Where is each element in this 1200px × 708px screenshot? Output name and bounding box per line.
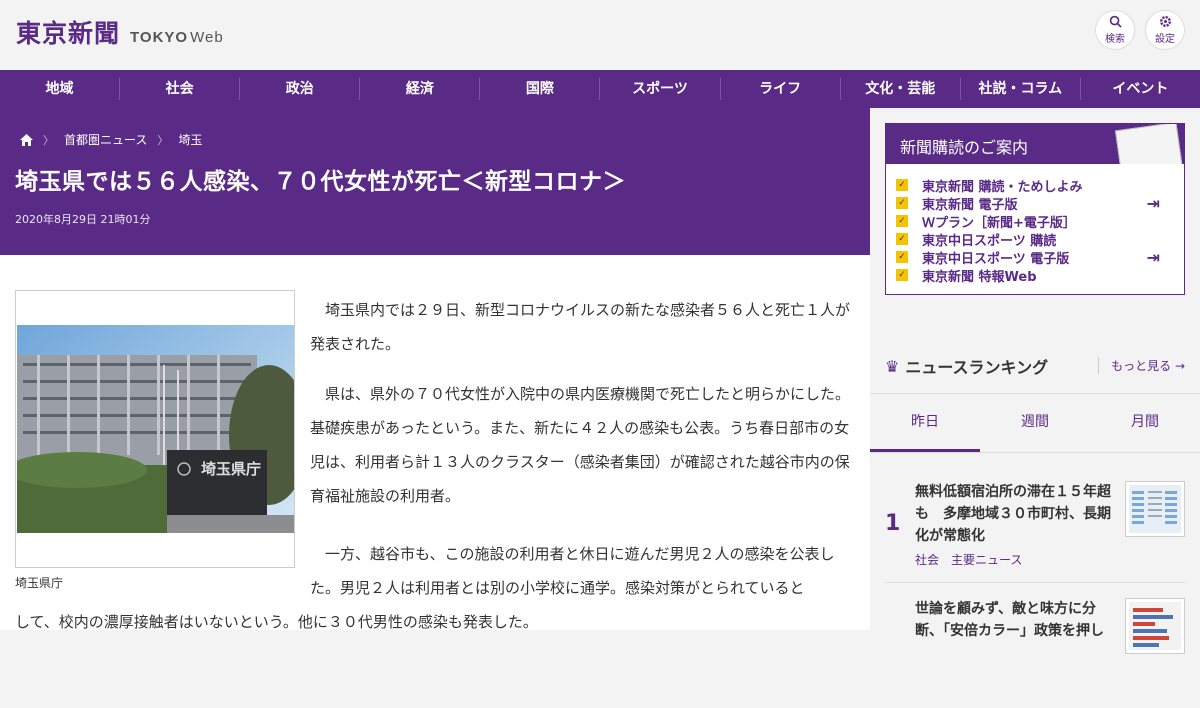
- article-text: 埼玉県内では２９日、新型コロナウイルスの新たな感染者５６人と死亡１人が発表された…: [310, 293, 856, 529]
- search-button[interactable]: 検索: [1095, 10, 1135, 50]
- nav-item-culture[interactable]: 文化・芸能: [839, 78, 960, 100]
- nav-item-society[interactable]: 社会: [119, 78, 239, 100]
- checkbox-icon: ✓: [896, 197, 908, 209]
- site-header: 東京新聞 TOKYO Web 検索 設定: [0, 0, 1200, 70]
- tab-yesterday[interactable]: 昨日: [870, 394, 980, 452]
- login-icon[interactable]: ⇥: [1147, 248, 1160, 267]
- sign-text: 埼玉県庁: [201, 460, 261, 478]
- article-photo-frame[interactable]: 埼玉県庁: [15, 290, 295, 568]
- photo-caption: 埼玉県庁: [15, 576, 64, 590]
- article-title: 埼玉県では５６人感染、７０代女性が死亡＜新型コロナ＞: [15, 169, 626, 195]
- nav-item-editorial[interactable]: 社説・コラム: [959, 78, 1080, 100]
- gear-icon: [1159, 16, 1171, 27]
- crown-icon: ♛: [885, 356, 900, 376]
- tag-link[interactable]: 社会: [915, 553, 939, 567]
- main-nav: 地域 社会 政治 経済 国際 スポーツ ライフ 文化・芸能 社説・コラム イベン…: [0, 70, 1200, 108]
- ranking-tags: 社会 主要ニュース: [915, 551, 1034, 568]
- settings-button[interactable]: 設定: [1145, 10, 1185, 50]
- checkbox-icon: ✓: [896, 233, 908, 245]
- article-photo: 埼玉県庁: [17, 325, 294, 533]
- nav-item-sports[interactable]: スポーツ: [599, 78, 719, 100]
- promo-item[interactable]: ✓ 東京新聞 電子版 ⇥: [896, 194, 1174, 213]
- tab-monthly[interactable]: 月間: [1090, 394, 1200, 452]
- checkbox-icon: ✓: [896, 179, 908, 191]
- promo-item[interactable]: ✓ Ｗプラン［新聞+電子版］: [896, 212, 1174, 231]
- subscription-promo: 新聞購読のご案内 ✓ 東京新聞 購読・ためしよみ ✓ 東京新聞 電子版 ⇥ ✓ Ｗプラン…: [885, 123, 1185, 295]
- article-paragraph: 一方、越谷市も、この施設の利用者と休日に遊んだ男児２人の感染を公表した。男児２人…: [310, 545, 835, 597]
- divider: [885, 582, 1185, 583]
- tag-link[interactable]: 主要ニュース: [951, 553, 1022, 567]
- settings-label: 設定: [1155, 34, 1175, 45]
- logo-text-jp: 東京新聞: [16, 19, 121, 48]
- home-icon[interactable]: [20, 133, 33, 146]
- ranking-article-link[interactable]: 無料低額宿泊所の滞在１５年超も 多摩地域３０市町村、長期化が常態化: [915, 481, 1115, 547]
- breadcrumb-item-saitama[interactable]: 埼玉: [178, 131, 202, 148]
- nav-item-politics[interactable]: 政治: [239, 78, 359, 100]
- breadcrumb-separator: 〉: [157, 133, 169, 147]
- article-header: 〉 首都圏ニュース 〉 埼玉 埼玉県では５６人感染、７０代女性が死亡＜新型コロナ…: [0, 108, 870, 255]
- more-link[interactable]: もっと見る →: [1098, 357, 1185, 374]
- promo-item[interactable]: ✓ 東京中日スポーツ 電子版 ⇥: [896, 248, 1174, 267]
- checkbox-icon: ✓: [896, 251, 908, 263]
- ranking-header: ♛ ニュースランキング もっと見る →: [885, 353, 1185, 379]
- article-body: 埼玉県庁 埼玉県庁 埼玉県内では２９日、新型コロナウイルスの新たな感染者５６人と…: [0, 255, 870, 631]
- nav-item-international[interactable]: 国際: [479, 78, 599, 100]
- nav-item-region[interactable]: 地域: [0, 78, 119, 100]
- rank-number: 1: [885, 511, 901, 536]
- checkbox-icon: ✓: [896, 269, 908, 281]
- promo-header: 新聞購読のご案内: [886, 124, 1184, 164]
- nav-item-economy[interactable]: 経済: [359, 78, 479, 100]
- ranking-item: 1 無料低額宿泊所の滞在１５年超も 多摩地域３０市町村、長期化が常態化 社会 主要…: [885, 481, 1185, 591]
- promo-item[interactable]: ✓ 東京新聞 購読・ためしよみ: [896, 176, 1174, 195]
- search-icon: [1109, 15, 1122, 28]
- arrow-right-icon: →: [1174, 359, 1185, 373]
- breadcrumb-item-metro[interactable]: 首都圏ニュース: [64, 131, 147, 148]
- login-icon[interactable]: ⇥: [1147, 194, 1160, 213]
- newspaper-icon: [1114, 124, 1184, 164]
- article-date: 2020年8月29日 21時01分: [15, 213, 151, 226]
- promo-list: ✓ 東京新聞 購読・ためしよみ ✓ 東京新聞 電子版 ⇥ ✓ Ｗプラン［新聞+電子版］ …: [896, 176, 1174, 285]
- ranking-item: 世論を顧みず、敵と味方に分断、「安倍カラー」政策を押し: [885, 598, 1185, 708]
- ranking-title: ニュースランキング: [905, 358, 1049, 377]
- article-paragraph-continued: して、校内の濃厚接触者はいないという。他に３０代男性の感染も発表した。: [15, 613, 538, 631]
- breadcrumb: 〉 首都圏ニュース 〉 埼玉: [20, 131, 202, 148]
- breadcrumb-separator: 〉: [43, 133, 54, 147]
- article-paragraph: 県は、県外の７０代女性が入院中の県内医療機関で死亡したと明らかにした。基礎疾患が…: [310, 385, 851, 505]
- sidebar: 新聞購読のご案内 ✓ 東京新聞 購読・ためしよみ ✓ 東京新聞 電子版 ⇥ ✓ Ｗプラン…: [870, 108, 1200, 654]
- article-paragraph: 埼玉県内では２９日、新型コロナウイルスの新たな感染者５６人と死亡１人が発表された…: [310, 301, 851, 353]
- ranking-thumbnail[interactable]: [1125, 598, 1185, 654]
- tab-weekly[interactable]: 週間: [980, 394, 1090, 452]
- site-logo[interactable]: 東京新聞 TOKYO Web: [16, 14, 224, 50]
- ranking-article-link[interactable]: 世論を顧みず、敵と味方に分断、「安倍カラー」政策を押し: [915, 598, 1115, 642]
- ranking-thumbnail[interactable]: [1125, 481, 1185, 537]
- nav-item-events[interactable]: イベント: [1079, 78, 1200, 100]
- search-label: 検索: [1105, 34, 1125, 45]
- nav-item-life[interactable]: ライフ: [719, 78, 840, 100]
- promo-item[interactable]: ✓ 東京中日スポーツ 購読: [896, 230, 1174, 249]
- promo-title: 新聞購読のご案内: [900, 138, 1029, 157]
- logo-text-en: TOKYO Web: [130, 29, 224, 46]
- ranking-tabs: 昨日 週間 月間: [870, 393, 1200, 453]
- promo-item[interactable]: ✓ 東京新聞 特報Web: [896, 266, 1174, 285]
- checkbox-icon: ✓: [896, 215, 908, 227]
